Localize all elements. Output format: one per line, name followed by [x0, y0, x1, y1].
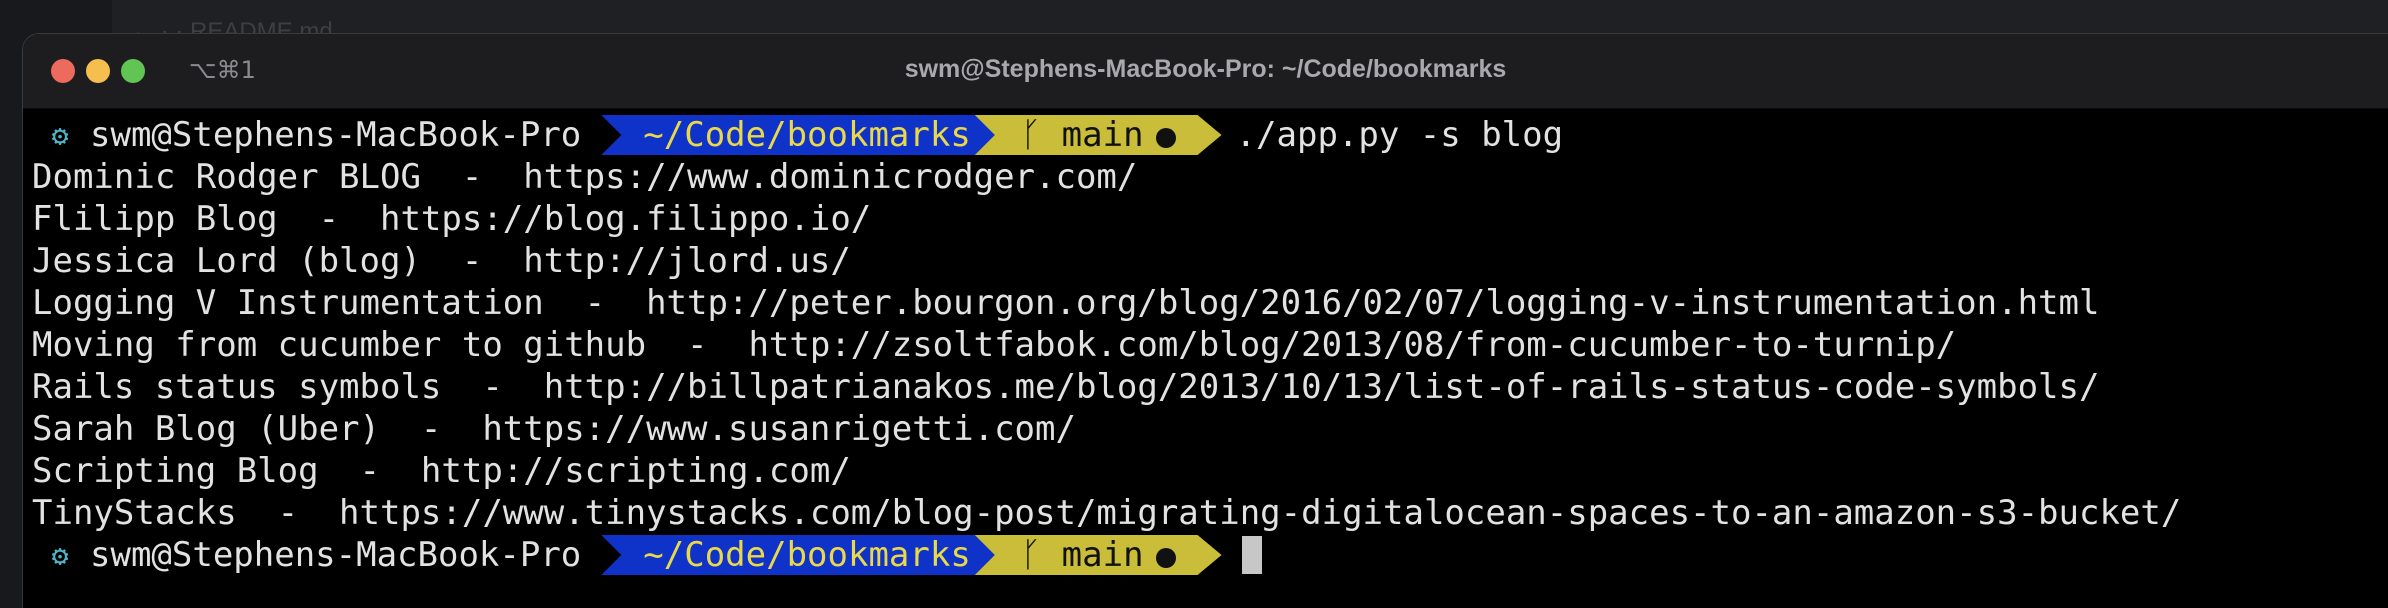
terminal-window[interactable]: ⌥⌘1 swm@Stephens-MacBook-Pro: ~/Code/boo… — [23, 34, 2388, 608]
terminal-cursor[interactable] — [1241, 536, 1262, 574]
command-text: ./app.py -s blog — [1235, 115, 1564, 155]
git-branch-icon: ᚴ — [1020, 535, 1062, 575]
output-line: Jessica Lord (blog) - http://jlord.us/ — [32, 241, 851, 281]
prompt-branch: main — [1061, 535, 1144, 575]
prompt-user-host: swm@Stephens-MacBook-Pro — [90, 115, 582, 155]
prompt-git-segment: ᚴ main — [975, 535, 1222, 575]
dirty-indicator-icon — [1156, 128, 1176, 148]
output-line: Rails status symbols - http://billpatria… — [32, 367, 2100, 407]
prompt-line: ⚙ swm@Stephens-MacBook-Pro ~/Code/bookma… — [32, 114, 2388, 156]
terminal-content[interactable]: ⚙ swm@Stephens-MacBook-Pro ~/Code/bookma… — [32, 114, 2388, 608]
output-line: Logging V Instrumentation - http://peter… — [32, 283, 2100, 323]
prompt-branch: main — [1061, 115, 1144, 155]
output-line: Sarah Blog (Uber) - https://www.susanrig… — [32, 409, 1076, 449]
window-title: swm@Stephens-MacBook-Pro: ~/Code/bookmar… — [904, 55, 1507, 83]
output-line: Moving from cucumber to github - http://… — [32, 325, 1957, 365]
gear-icon: ⚙ — [51, 118, 69, 152]
output-line: Dominic Rodger BLOG - https://www.domini… — [32, 157, 1138, 197]
prompt-path: ~/Code/bookmarks — [643, 115, 971, 155]
output-line: TinyStacks - https://www.tinystacks.com/… — [32, 493, 2182, 533]
prompt-path-segment: ~/Code/bookmarks — [601, 535, 995, 575]
prompt-user-host: swm@Stephens-MacBook-Pro — [90, 535, 582, 575]
prompt-line-current[interactable]: ⚙ swm@Stephens-MacBook-Pro ~/Code/bookma… — [32, 534, 2388, 576]
prompt-path: ~/Code/bookmarks — [643, 535, 971, 575]
title-bar[interactable]: ⌥⌘1 swm@Stephens-MacBook-Pro: ~/Code/boo… — [23, 34, 2388, 109]
git-branch-icon: ᚴ — [1020, 115, 1062, 155]
gear-icon: ⚙ — [51, 538, 69, 572]
output-line: Scripting Blog - http://scripting.com/ — [32, 451, 851, 491]
prompt-path-segment: ~/Code/bookmarks — [601, 115, 995, 155]
output-line: Flilipp Blog - https://blog.filippo.io/ — [32, 199, 872, 239]
prompt-git-segment: ᚴ main — [975, 115, 1222, 155]
dirty-indicator-icon — [1156, 548, 1176, 568]
